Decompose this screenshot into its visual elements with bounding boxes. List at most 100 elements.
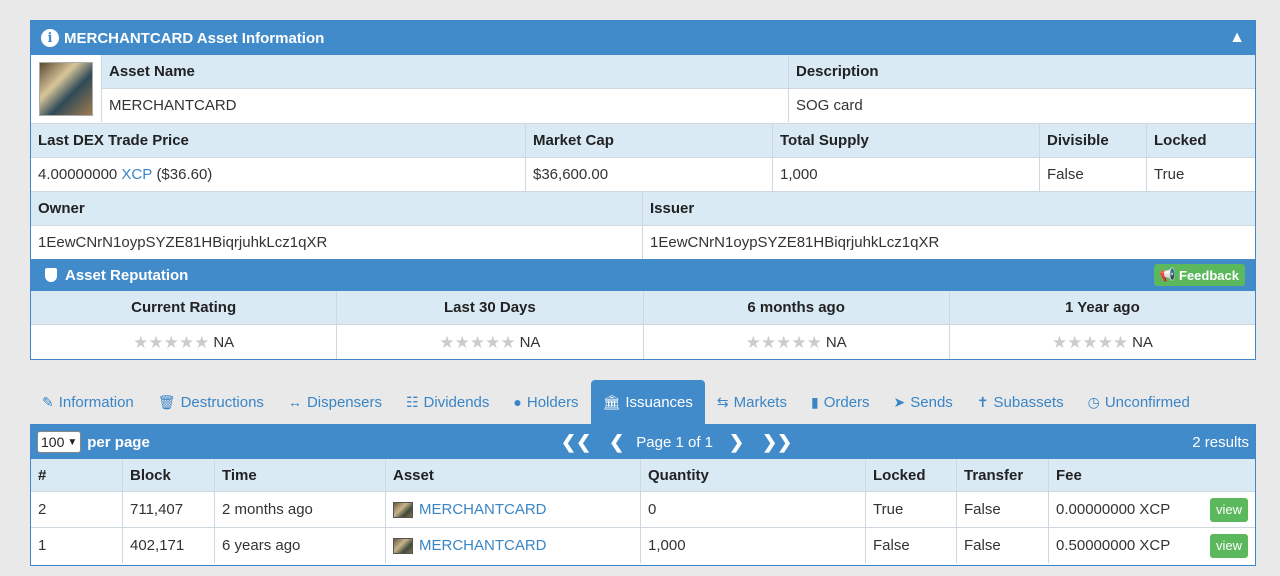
tab-label: Information [58, 393, 134, 411]
col-quantity: Quantity [640, 459, 865, 491]
rating-current-label: Current Rating [31, 291, 337, 324]
view-button[interactable]: view [1210, 497, 1248, 522]
reputation-labels-row: Current Rating Last 30 Days 6 months ago… [31, 291, 1255, 324]
asset-thumbnail-cell [31, 55, 101, 123]
issuances-panel: 100 ▼ per page ❮❮ ❮ Page 1 of 1 ❯ ❯❯ 2 r… [30, 424, 1256, 566]
pencil-icon: ✎ [42, 393, 54, 410]
bank-icon: 🏛 [602, 393, 621, 410]
tab-label: Holders [526, 393, 579, 411]
shield-icon [45, 268, 57, 282]
issuer-address-link[interactable]: 1EewCNrN1oypSYZE81HBiqrjuhkLcz1qXR [642, 226, 1255, 259]
tab-label: Dividends [423, 393, 490, 411]
asset-name-section: Asset Name Description MERCHANTCARD SOG … [31, 55, 1255, 123]
tab-label: Dispensers [306, 393, 382, 411]
market-cap-label: Market Cap [525, 124, 772, 157]
rating-6m-text: NA [825, 333, 847, 351]
block-link[interactable]: 711,407 [122, 492, 214, 527]
user-icon: ● [513, 394, 522, 410]
tab-sends[interactable]: ➤ Sends [882, 380, 965, 424]
tab-dispensers[interactable]: ↔ Dispensers [276, 380, 394, 424]
clock-icon: ◷ [1087, 393, 1100, 410]
tab-holders[interactable]: ● Holders [501, 380, 590, 424]
tab-unconfirmed[interactable]: ◷ Unconfirmed [1076, 380, 1202, 424]
owner-label: Owner [31, 192, 642, 225]
prev-page-icon[interactable]: ❮ [609, 432, 624, 453]
first-page-icon[interactable]: ❮❮ [561, 432, 591, 453]
row-number: 1 [31, 528, 122, 563]
asset-name-value: MERCHANTCARD [101, 89, 788, 122]
tab-subassets[interactable]: ✝ Subassets [965, 380, 1076, 424]
reputation-title: Asset Reputation [65, 266, 189, 284]
collapse-chevron-icon[interactable]: ▲ [1229, 29, 1245, 47]
price-amount: 4.00000000 [38, 166, 118, 183]
tab-label: Destructions [180, 393, 264, 411]
star-rating-icon: ★ ★ ★ ★ ★ [1051, 332, 1129, 352]
xcp-link[interactable]: XCP [121, 166, 152, 183]
col-locked: Locked [865, 459, 956, 491]
rating-current-text: NA [213, 333, 235, 351]
col-block: Block [122, 459, 214, 491]
row-locked: True [865, 492, 956, 527]
page-indicator: Page 1 of 1 [636, 433, 713, 451]
asset-thumbnail[interactable] [39, 62, 93, 116]
chevron-down-icon: ▼ [67, 436, 78, 448]
asset-thumbnail-icon [393, 501, 413, 518]
next-page-icon[interactable]: ❯ [729, 432, 744, 453]
results-count: 2 results [1192, 433, 1249, 451]
sitemap-icon: ☷ [405, 393, 419, 410]
tab-information[interactable]: ✎ Information [30, 380, 146, 424]
owner-labels-row: Owner Issuer [31, 191, 1255, 225]
tab-destructions[interactable]: 🗑 Destructions [146, 380, 276, 424]
book-icon: ▮ [810, 393, 819, 410]
feedback-label: Feedback [1179, 267, 1239, 283]
divisible-value: False [1039, 158, 1146, 191]
tab-label: Unconfirmed [1104, 393, 1190, 411]
row-fee: 0.50000000 XCP view [1048, 528, 1255, 563]
fee-value: 0.00000000 XCP [1056, 501, 1171, 518]
col-asset: Asset [385, 459, 640, 491]
rating-30d-text: NA [519, 333, 541, 351]
bullhorn-icon: 📢 [1159, 267, 1177, 282]
fee-value: 0.50000000 XCP [1056, 537, 1171, 554]
col-time: Time [214, 459, 385, 491]
locked-value: True [1146, 158, 1255, 191]
reputation-values-row: ★ ★ ★ ★ ★ NA ★ ★ ★ ★ ★ NA ★ ★ ★ ★ ★ NA ★ ★ ★ ★ ★ NA [31, 324, 1255, 359]
rating-6m-label: 6 months ago [642, 291, 949, 324]
table-row: 2 711,407 2 months ago MERCHANTCARD 0 Tr… [31, 491, 1255, 527]
child-icon: ✝ [976, 393, 989, 410]
price-usd: ($36.60) [156, 166, 213, 183]
tab-label: Sends [910, 393, 953, 411]
tab-markets[interactable]: ⇆ Markets [705, 380, 799, 424]
tab-dividends[interactable]: ☷ Dividends [394, 380, 501, 424]
last-page-icon[interactable]: ❯❯ [762, 432, 792, 453]
row-fee: 0.00000000 XCP view [1048, 492, 1255, 527]
description-label: Description [788, 55, 1255, 88]
row-quantity: 1,000 [640, 528, 865, 563]
asset-tabs: ✎ Information 🗑 Destructions ↔ Dispensers ☷… [30, 380, 1202, 424]
asset-thumbnail-icon [393, 537, 413, 554]
tab-orders[interactable]: ▮ Orders [799, 380, 882, 424]
row-asset: MERCHANTCARD [385, 492, 640, 527]
row-transfer: False [956, 492, 1048, 527]
tab-issuances[interactable]: 🏛 Issuances [590, 380, 705, 424]
row-time: 2 months ago [214, 492, 385, 527]
feedback-button[interactable]: 📢 Feedback [1153, 264, 1245, 286]
owner-address-link[interactable]: 1EewCNrN1oypSYZE81HBiqrjuhkLcz1qXR [31, 226, 642, 259]
last-dex-price-value: 4.00000000 XCP ($36.60) [31, 158, 525, 191]
tab-label: Subassets [993, 393, 1064, 411]
per-page-select[interactable]: 100 ▼ [37, 431, 82, 453]
description-value: SOG card [788, 89, 1255, 122]
asset-link[interactable]: MERCHANTCARD [419, 501, 547, 518]
row-number: 2 [31, 492, 122, 527]
issuances-toolbar: 100 ▼ per page ❮❮ ❮ Page 1 of 1 ❯ ❯❯ 2 r… [31, 425, 1255, 459]
market-cap-value: $36,600.00 [525, 158, 772, 191]
rating-30d-label: Last 30 Days [336, 291, 643, 324]
block-link[interactable]: 402,171 [122, 528, 214, 563]
exchange-icon: ⇆ [716, 393, 729, 410]
view-button[interactable]: view [1210, 533, 1248, 558]
asset-link[interactable]: MERCHANTCARD [419, 537, 547, 554]
asset-info-panel: i MERCHANTCARD Asset Information ▲ Asset… [30, 20, 1256, 360]
rating-30d-value: ★ ★ ★ ★ ★ NA [336, 325, 643, 359]
market-values-row: 4.00000000 XCP ($36.60) $36,600.00 1,000… [31, 157, 1255, 191]
row-asset: MERCHANTCARD [385, 528, 640, 563]
